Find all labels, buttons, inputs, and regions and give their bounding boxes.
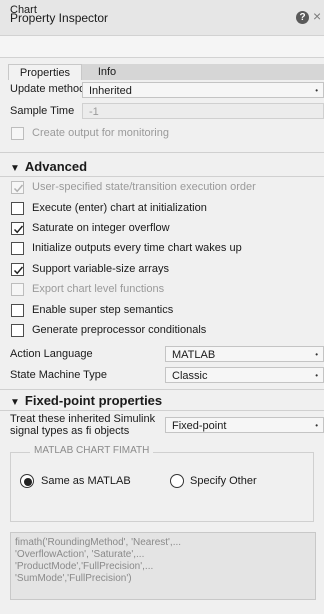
- fimath-expression-textarea: fimath('RoundingMethod', 'Nearest',... '…: [10, 532, 316, 600]
- fimath-line: 'OverflowAction', 'Saturate',...: [15, 549, 145, 560]
- option-checkbox-saturate-overflow[interactable]: [11, 222, 24, 235]
- state-machine-type-value: Classic: [172, 370, 208, 382]
- triangle-down-icon: ▼: [10, 163, 20, 174]
- option-label: Export chart level functions: [32, 283, 165, 295]
- create-output-label: Create output for monitoring: [32, 127, 169, 139]
- close-icon[interactable]: ×: [313, 8, 321, 24]
- help-icon[interactable]: ?: [296, 11, 309, 24]
- divider: [0, 176, 324, 177]
- triangle-down-icon: ▼: [10, 397, 20, 408]
- action-language-dropdown[interactable]: MATLAB: [165, 346, 324, 363]
- fixed-point-section-header[interactable]: ▼ Fixed-point properties: [10, 393, 162, 408]
- fimath-line: 'SumMode','FullPrecision'): [15, 573, 132, 584]
- option-label: User-specified state/transition executio…: [32, 181, 256, 193]
- checkmark-icon: [13, 266, 24, 275]
- option-checkbox-initialize-outputs[interactable]: [11, 242, 24, 255]
- option-checkbox-export-functions: [11, 283, 24, 296]
- sample-time-label: Sample Time: [10, 105, 75, 117]
- option-checkbox-variable-size[interactable]: [11, 263, 24, 276]
- state-machine-type-label: State Machine Type: [10, 369, 108, 381]
- treat-as-fi-value: Fixed-point: [172, 420, 227, 432]
- option-label: Execute (enter) chart at initialization: [32, 202, 207, 214]
- option-checkbox-execution-order: [11, 181, 24, 194]
- specify-other-radio[interactable]: [170, 474, 184, 488]
- treat-as-fi-label: Treat these inherited Simulink signal ty…: [10, 413, 155, 437]
- object-row: [0, 36, 324, 58]
- action-language-value: MATLAB: [172, 349, 216, 361]
- object-name: Chart: [10, 4, 37, 16]
- same-as-matlab-label: Same as MATLAB: [41, 475, 131, 487]
- treat-as-fi-label-line2: signal types as fi objects: [10, 425, 130, 437]
- treat-as-fi-label-line1: Treat these inherited Simulink: [10, 413, 156, 425]
- option-checkbox-preprocessor[interactable]: [11, 324, 24, 337]
- fimath-group: [10, 452, 314, 522]
- checkmark-icon: [13, 184, 24, 193]
- option-label: Generate preprocessor conditionals: [32, 324, 207, 336]
- option-label: Enable super step semantics: [32, 304, 174, 316]
- tab-properties[interactable]: Properties: [8, 64, 82, 80]
- option-label: Initialize outputs every time chart wake…: [32, 242, 242, 254]
- option-label: Saturate on integer overflow: [32, 222, 170, 234]
- tab-info[interactable]: Info: [82, 64, 132, 80]
- sample-time-value: -1: [89, 106, 99, 118]
- advanced-section-header[interactable]: ▼ Advanced: [10, 159, 87, 174]
- divider: [0, 410, 324, 411]
- fixed-point-title: Fixed-point properties: [24, 393, 163, 408]
- divider: [0, 389, 324, 390]
- tab-bar: Properties Info: [8, 64, 324, 80]
- option-checkbox-super-step[interactable]: [11, 304, 24, 317]
- checkmark-icon: [13, 225, 24, 234]
- update-method-dropdown[interactable]: Inherited: [82, 82, 324, 99]
- update-method-label: Update method: [10, 83, 86, 95]
- create-output-checkbox: [11, 127, 24, 140]
- specify-other-label: Specify Other: [190, 475, 257, 487]
- sample-time-field: -1: [82, 103, 324, 119]
- radio-selected-dot: [24, 478, 32, 486]
- fimath-line: 'ProductMode','FullPrecision',...: [15, 561, 154, 572]
- update-method-value: Inherited: [89, 85, 132, 97]
- fimath-legend: MATLAB CHART FIMATH: [30, 445, 154, 456]
- divider: [0, 152, 324, 153]
- fimath-line: fimath('RoundingMethod', 'Nearest',...: [15, 537, 182, 548]
- option-label: Support variable-size arrays: [32, 263, 169, 275]
- advanced-title: Advanced: [24, 159, 88, 174]
- option-checkbox-execute-at-init[interactable]: [11, 202, 24, 215]
- action-language-label: Action Language: [10, 348, 93, 360]
- state-machine-type-dropdown[interactable]: Classic: [165, 367, 324, 384]
- same-as-matlab-radio[interactable]: [20, 474, 34, 488]
- treat-as-fi-dropdown[interactable]: Fixed-point: [165, 417, 324, 434]
